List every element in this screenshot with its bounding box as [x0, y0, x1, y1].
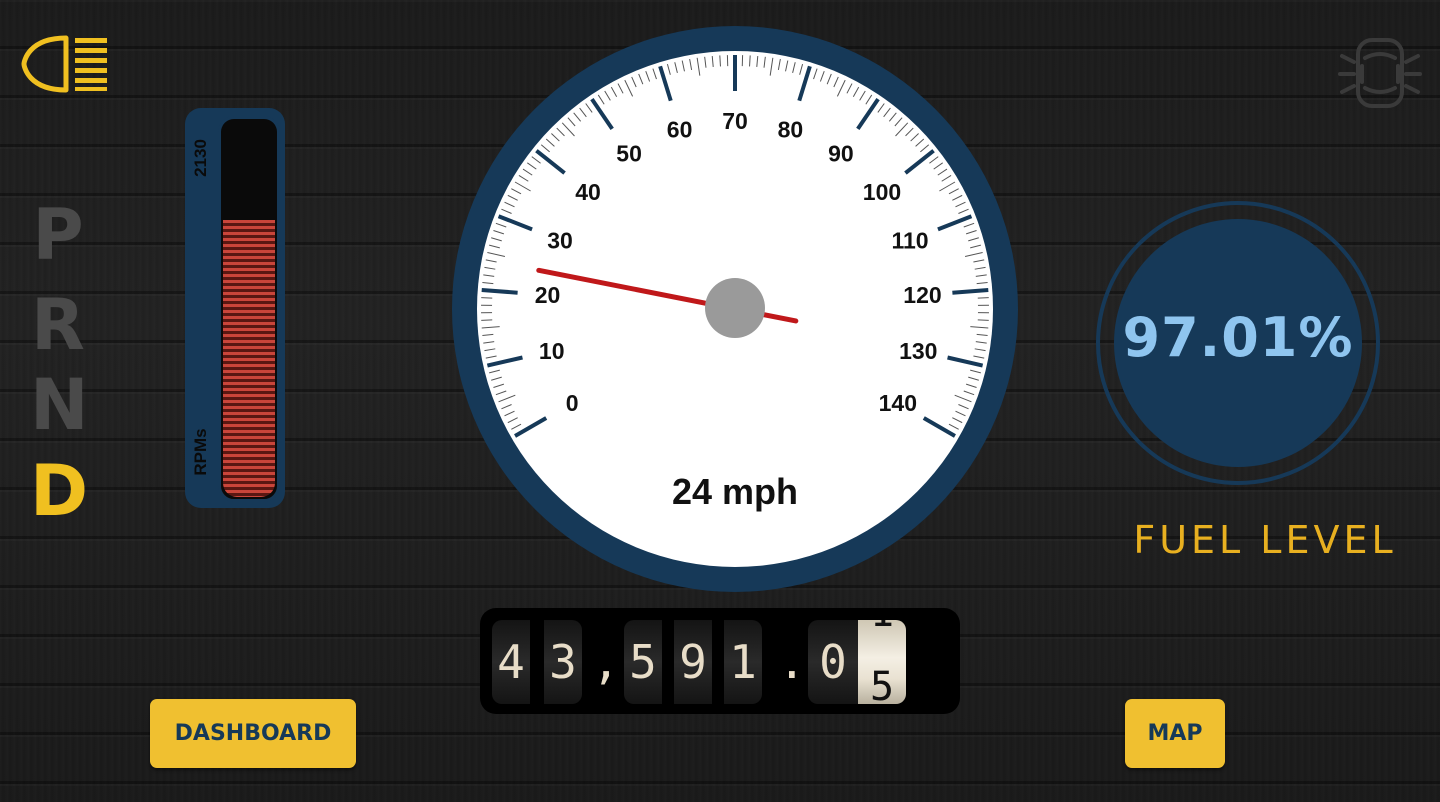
speed-tick-label: 0 — [566, 390, 579, 416]
minor-tick — [749, 55, 751, 67]
speed-tick-label: 110 — [891, 227, 928, 253]
speed-tick-label: 50 — [616, 141, 642, 167]
fuel-level-value: 97.01% — [1122, 306, 1354, 369]
speed-tick-label: 130 — [899, 338, 937, 364]
speed-tick-label: 80 — [778, 116, 804, 142]
speed-tick-label: 30 — [547, 227, 573, 253]
needle-hub — [705, 278, 765, 338]
gear-d[interactable]: D — [30, 456, 88, 526]
odometer-decimal: . — [778, 635, 806, 689]
major-tick — [952, 288, 989, 295]
dashboard-button[interactable]: DASHBOARD — [150, 699, 356, 768]
speed-tick-label: 70 — [722, 108, 748, 134]
gear-r[interactable]: R — [30, 290, 86, 360]
major-tick — [481, 288, 518, 295]
gear-p[interactable]: P — [30, 200, 86, 270]
rpm-tube — [218, 116, 280, 502]
odometer-rolling-digit: 1 5 — [858, 620, 906, 704]
odometer-digit: 0 — [808, 620, 858, 704]
odometer-digit: 1 — [724, 620, 762, 704]
odometer-digit: 9 — [674, 620, 712, 704]
speed-tick-label: 120 — [903, 282, 941, 308]
gear-n[interactable]: N — [30, 370, 89, 440]
car-icon[interactable] — [1338, 36, 1422, 110]
speed-tick-label: 10 — [539, 338, 565, 364]
odometer-rolling-top: 1 — [858, 620, 906, 636]
speed-tick-label: 60 — [667, 116, 693, 142]
odometer-separator: , — [592, 635, 620, 689]
odometer-digit: 4 — [492, 620, 530, 704]
fuel-level-label: FUEL LEVEL — [1133, 518, 1397, 562]
rpm-value-label: 2130 — [191, 139, 210, 177]
rpm-label: RPMs — [191, 428, 210, 476]
speed-readout: 24 mph — [672, 471, 798, 512]
headlight-icon[interactable] — [20, 34, 110, 94]
speed-tick-label: 100 — [863, 179, 901, 205]
rpm-fill — [223, 219, 275, 497]
odometer-rolling-bottom: 5 — [869, 664, 895, 704]
minor-tick — [719, 55, 721, 67]
map-button[interactable]: MAP — [1125, 699, 1225, 768]
speedometer: 010 20 3040 50 60 70 80 90 100 110 120 130 140 24 mp… — [452, 26, 1018, 592]
odometer-digit: 5 — [624, 620, 662, 704]
odometer-digit: 3 — [544, 620, 582, 704]
speed-tick-label: 90 — [828, 141, 854, 167]
speed-tick-label: 40 — [575, 179, 601, 205]
speed-tick-label: 20 — [535, 282, 561, 308]
speed-tick-label: 140 — [879, 390, 917, 416]
